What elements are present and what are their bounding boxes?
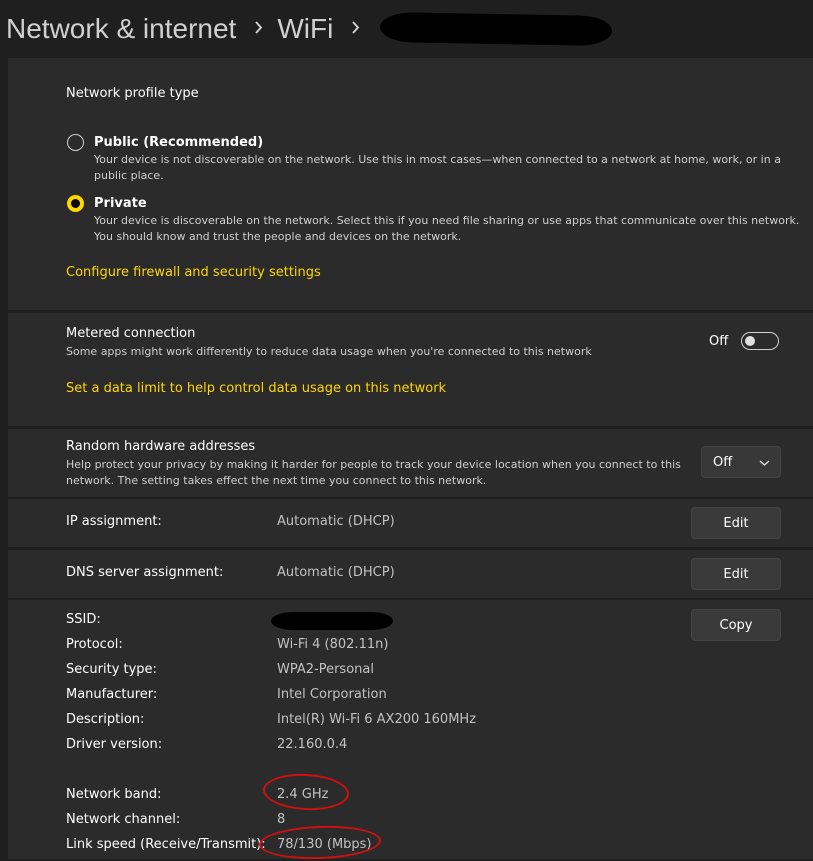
annotation-circle-speed bbox=[258, 823, 382, 861]
protocol-label: Protocol: bbox=[66, 637, 123, 652]
radio-private-desc: Your device is discoverable on the netwo… bbox=[94, 214, 800, 243]
breadcrumb-wifi[interactable]: WiFi bbox=[277, 13, 333, 45]
chevron-down-icon bbox=[759, 456, 770, 471]
driver-version-value: 22.160.0.4 bbox=[277, 737, 348, 752]
radio-public[interactable] bbox=[67, 134, 84, 151]
ssid-label: SSID: bbox=[66, 612, 101, 627]
profile-heading: Network profile type bbox=[66, 86, 199, 101]
dns-value: Automatic (DHCP) bbox=[277, 565, 395, 580]
driver-version-label: Driver version: bbox=[66, 737, 163, 752]
network-channel-label: Network channel: bbox=[66, 812, 181, 827]
breadcrumb-network-internet[interactable]: Network & internet bbox=[6, 13, 236, 45]
random-hw-selected: Off bbox=[713, 454, 733, 470]
ip-value: Automatic (DHCP) bbox=[277, 514, 395, 529]
redacted-ssid bbox=[271, 612, 393, 630]
dns-assignment-panel: DNS server assignment: Automatic (DHCP) … bbox=[8, 550, 813, 598]
network-profile-panel: Network profile type Public (Recommended… bbox=[8, 58, 813, 310]
metered-state-label: Off bbox=[709, 334, 729, 349]
radio-private-label: Private bbox=[94, 196, 147, 211]
link-speed-label: Link speed (Receive/Transmit): bbox=[66, 837, 266, 852]
annotation-circle-band bbox=[262, 771, 350, 813]
random-hardware-panel: Random hardware addresses Help protect y… bbox=[8, 429, 813, 497]
metered-toggle[interactable] bbox=[741, 332, 779, 350]
network-properties-panel: Copy SSID: Protocol: Wi-Fi 4 (802.11n) S… bbox=[8, 600, 813, 861]
metered-title: Metered connection bbox=[66, 326, 196, 341]
radio-public-label: Public (Recommended) bbox=[94, 135, 264, 150]
security-type-value: WPA2-Personal bbox=[277, 662, 374, 677]
metered-desc: Some apps might work differently to redu… bbox=[66, 345, 592, 358]
dns-label: DNS server assignment: bbox=[66, 565, 224, 580]
redacted-network-name bbox=[380, 11, 613, 47]
description-value: Intel(R) Wi-Fi 6 AX200 160MHz bbox=[277, 712, 477, 727]
description-label: Description: bbox=[66, 712, 145, 727]
ip-assignment-panel: IP assignment: Automatic (DHCP) Edit bbox=[8, 499, 813, 547]
random-hw-title: Random hardware addresses bbox=[66, 439, 256, 454]
network-band-label: Network band: bbox=[66, 787, 162, 802]
toggle-knob bbox=[745, 336, 755, 346]
random-hw-desc: Help protect your privacy by making it h… bbox=[66, 458, 681, 487]
security-type-label: Security type: bbox=[66, 662, 157, 677]
breadcrumb: Network & internet WiFi bbox=[0, 0, 813, 58]
radio-public-desc: Your device is not discoverable on the n… bbox=[94, 153, 781, 182]
ip-edit-button[interactable]: Edit bbox=[691, 507, 781, 539]
chevron-right-icon bbox=[351, 18, 360, 39]
manufacturer-value: Intel Corporation bbox=[277, 687, 387, 702]
ip-label: IP assignment: bbox=[66, 514, 162, 529]
random-hw-dropdown[interactable]: Off bbox=[701, 446, 781, 478]
firewall-settings-link[interactable]: Configure firewall and security settings bbox=[66, 265, 321, 280]
network-channel-value: 8 bbox=[277, 812, 286, 827]
manufacturer-label: Manufacturer: bbox=[66, 687, 158, 702]
radio-private[interactable] bbox=[67, 195, 84, 212]
metered-connection-panel: Metered connection Some apps might work … bbox=[8, 313, 813, 426]
data-limit-link[interactable]: Set a data limit to help control data us… bbox=[66, 381, 446, 396]
copy-button[interactable]: Copy bbox=[691, 609, 781, 641]
protocol-value: Wi-Fi 4 (802.11n) bbox=[277, 637, 389, 652]
dns-edit-button[interactable]: Edit bbox=[691, 558, 781, 590]
chevron-right-icon bbox=[254, 18, 263, 39]
